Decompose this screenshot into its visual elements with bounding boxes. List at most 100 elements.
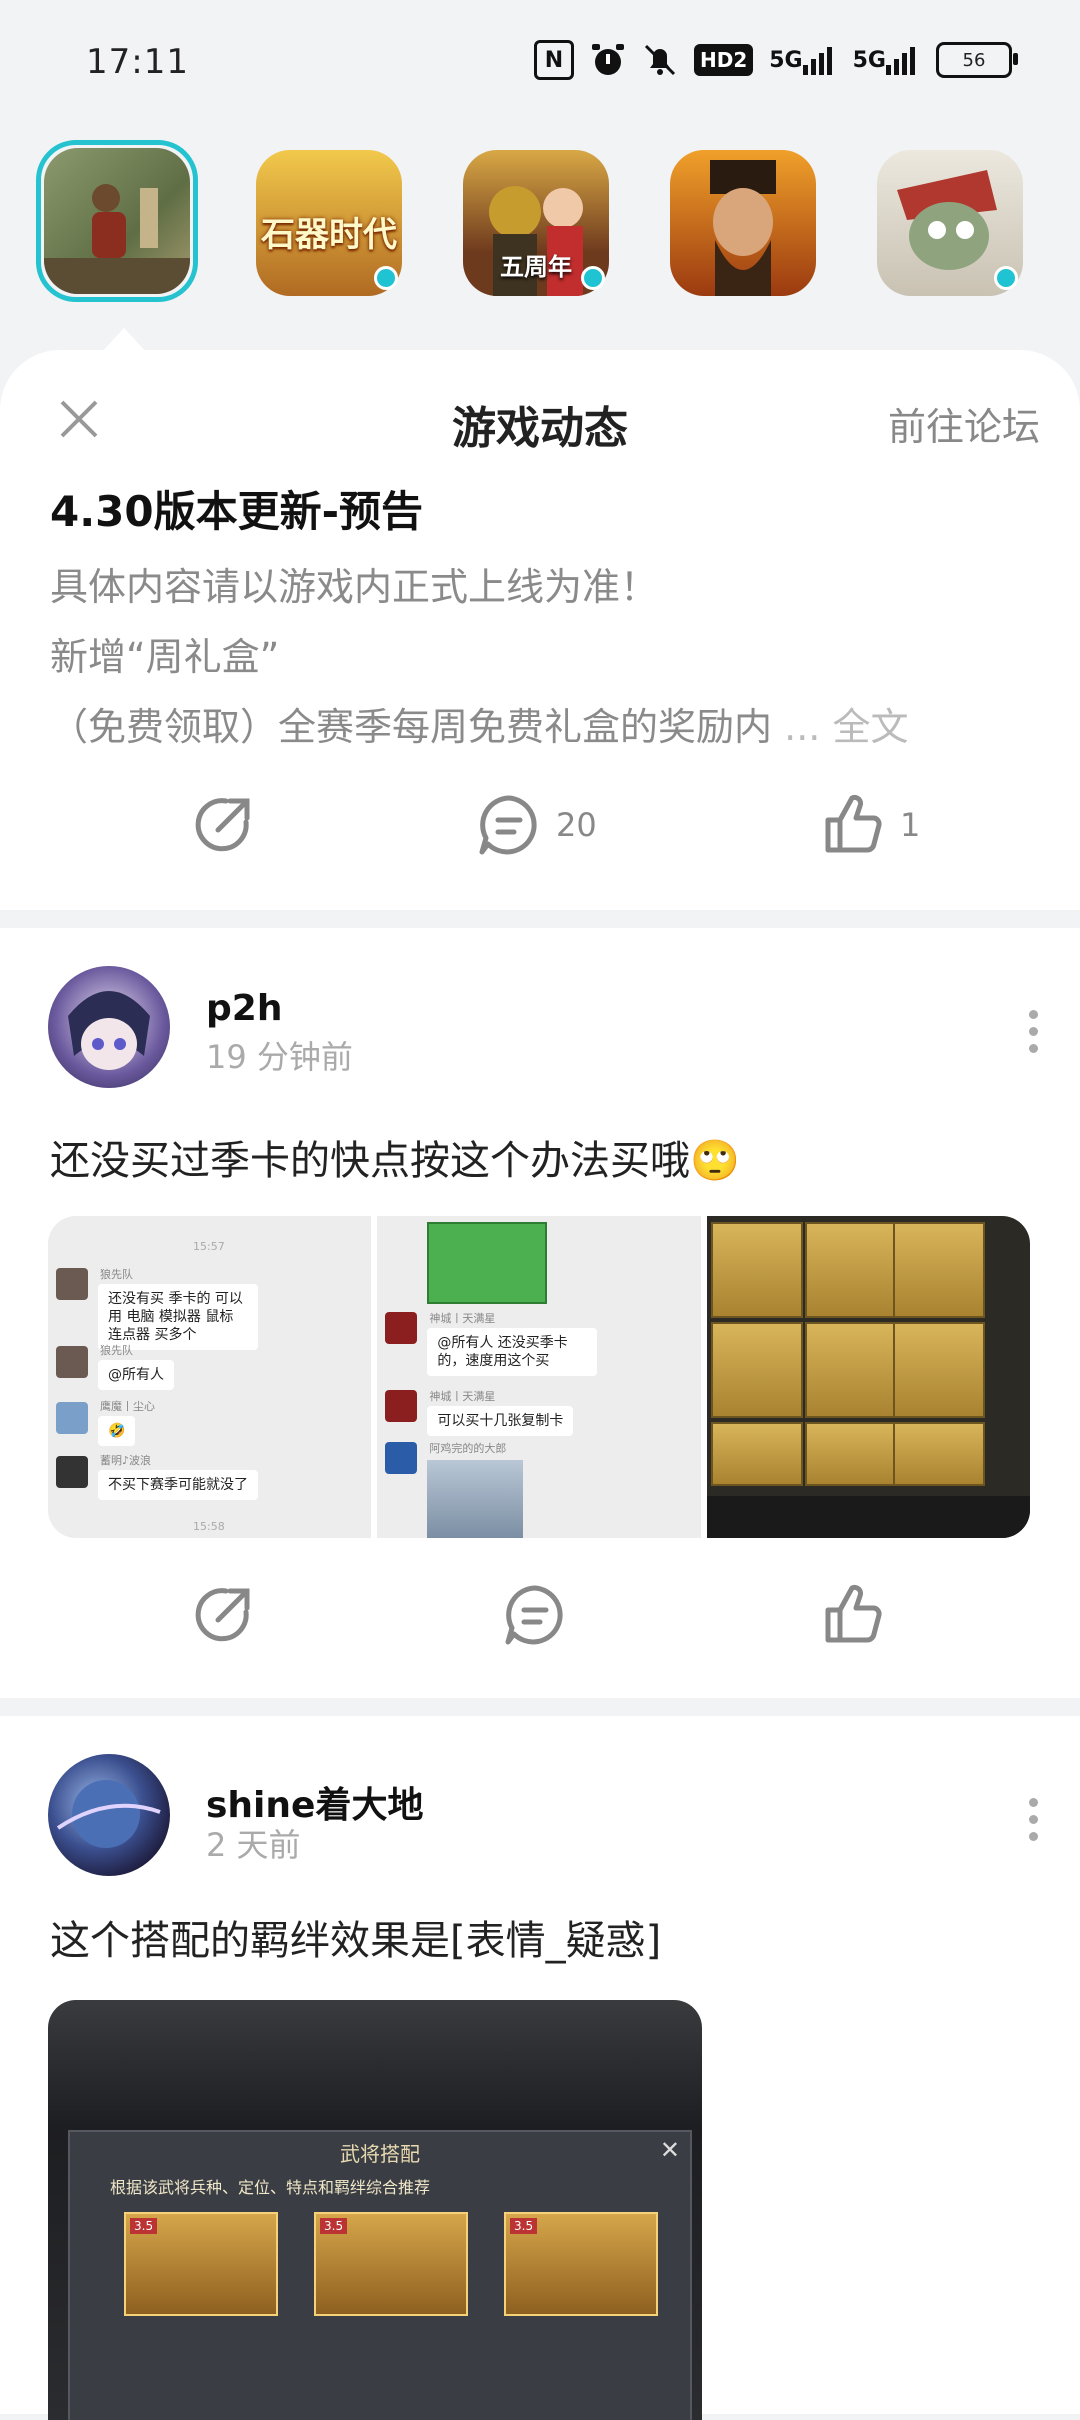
go-to-forum-link[interactable]: 前往论坛 <box>888 396 1040 451</box>
more-dot <box>1028 1044 1038 1053</box>
like-button[interactable]: 1 <box>820 792 920 858</box>
child-photo <box>427 1460 524 1538</box>
chat-time: 15:58 <box>193 1520 225 1533</box>
more-options-button[interactable] <box>1026 1010 1040 1053</box>
news-line-1: 具体内容请以游戏内正式上线为准！ <box>50 565 659 609</box>
chat-avatar <box>385 1390 418 1422</box>
post-image-1[interactable]: 15:57 狼先队 还没有买 季卡的 可以用 电脑 模拟器 鼠标 连点器 买多个… <box>48 1216 372 1538</box>
card-thumb <box>804 1222 897 1318</box>
planet-avatar-icon <box>56 1780 161 1848</box>
eye-roll-emoji: 🙄 <box>690 1138 740 1184</box>
chat-name: 神城丨天满星 <box>429 1312 496 1325</box>
card-thumb <box>710 1222 803 1318</box>
chat-message: 还没有买 季卡的 可以用 电脑 模拟器 鼠标 连点器 买多个 <box>98 1284 258 1350</box>
dialog-title: 武将搭配 <box>340 2142 420 2166</box>
more-options-button[interactable] <box>1026 1798 1040 1841</box>
chat-message: 🤣 <box>98 1416 136 1446</box>
card-thumb <box>804 1422 897 1486</box>
thumbs-up-icon <box>825 1584 882 1643</box>
chat-avatar <box>56 1346 88 1378</box>
post1-actions <box>0 1582 1080 1662</box>
network-label-2: 5G <box>852 47 886 73</box>
thumbs-up-icon <box>825 794 882 853</box>
chat-name: 神城丨天满星 <box>429 1390 496 1403</box>
share-icon <box>195 1588 250 1642</box>
username[interactable]: p2h <box>206 988 282 1029</box>
signal-5g-icon-2: 5G <box>853 40 920 80</box>
chat-name: 蓄明♪波浪 <box>100 1454 152 1467</box>
post-image-2[interactable]: 神城丨天满星 @所有人 还没买季卡的，速度用这个买 神城丨天满星 可以买十几张复… <box>377 1216 701 1538</box>
card-thumb <box>710 1322 803 1418</box>
rating-badge: 3.5 <box>320 2218 348 2234</box>
card-thumb <box>892 1422 985 1486</box>
post-image-grid: 15:57 狼先队 还没有买 季卡的 可以用 电脑 模拟器 鼠标 连点器 买多个… <box>48 1216 1030 1538</box>
share-button[interactable] <box>190 1582 256 1648</box>
battery-icon: 56 <box>936 42 1018 78</box>
avatar[interactable] <box>48 1754 170 1876</box>
share-icon <box>195 798 250 852</box>
emperor-art-icon <box>710 160 776 296</box>
chat-avatar <box>385 1442 418 1474</box>
chat-avatar <box>385 1312 418 1344</box>
anime-avatar-icon <box>68 991 150 1070</box>
chat-time: 15:57 <box>193 1240 225 1253</box>
hd-voice-icon: HD2 <box>693 44 754 76</box>
panel-pointer <box>102 328 146 352</box>
post-image[interactable]: 武将搭配 ✕ 根据该武将兵种、定位、特点和羁绊综合推荐 3.5 3.5 3.5 <box>48 2000 702 2420</box>
like-button[interactable] <box>820 1582 886 1648</box>
post-time: 2 天前 <box>206 1826 301 1864</box>
post-text[interactable]: 这个搭配的羁绊效果是[表情_疑惑] <box>50 1908 661 1966</box>
update-dot <box>374 266 398 290</box>
comment-count: 20 <box>556 806 597 844</box>
post-image-3[interactable] <box>706 1216 1030 1538</box>
game-label-shiqi: 石器时代 <box>261 215 397 255</box>
battery-level: 56 <box>962 49 986 71</box>
status-bar: 17:11 N HD2 5G 5G 56 <box>0 0 1080 130</box>
game-icon-three-kingdoms[interactable] <box>670 150 816 296</box>
rating-badge: 3.5 <box>130 2218 158 2234</box>
general-card: 3.5 <box>124 2212 278 2316</box>
chat-name: 狼先队 <box>100 1344 133 1357</box>
card-thumb <box>804 1322 897 1418</box>
mute-icon <box>642 40 678 80</box>
game-news-panel: 游戏动态 前往论坛 4.30版本更新-预告 具体内容请以游戏内正式上线为准！ 新… <box>0 350 1080 910</box>
full-text-link[interactable]: 全文 <box>832 705 908 749</box>
post-card-2: shine着大地 2 天前 这个搭配的羁绊效果是[表情_疑惑] 武将搭配 ✕ 根… <box>0 1716 1080 2420</box>
chat-name: 狼先队 <box>100 1268 133 1281</box>
news-line-2: 新增“周礼盒” <box>50 635 280 679</box>
ellipsis: ... <box>784 705 821 749</box>
more-dot <box>1028 1010 1038 1019</box>
network-label-1: 5G <box>769 47 803 73</box>
rating-badge: 3.5 <box>510 2218 538 2234</box>
general-card: 3.5 <box>504 2212 658 2316</box>
signal-5g-icon: 5G <box>769 40 836 80</box>
card-thumb <box>892 1222 985 1318</box>
status-icons: N HD2 5G 5G 56 <box>533 40 1018 80</box>
screen-bezel <box>706 1496 1030 1538</box>
share-button[interactable] <box>190 792 256 858</box>
alarm-icon <box>590 40 626 80</box>
chat-message: @所有人 <box>98 1360 174 1390</box>
update-dot <box>581 266 605 290</box>
avatar[interactable] <box>48 966 170 1088</box>
game-dialog: 武将搭配 ✕ 根据该武将兵种、定位、特点和羁绊综合推荐 3.5 3.5 3.5 <box>68 2130 692 2420</box>
status-time: 17:11 <box>86 42 189 82</box>
news-title[interactable]: 4.30版本更新-预告 <box>50 478 423 539</box>
post-card-1: p2h 19 分钟前 还没买过季卡的快点按这个办法买哦🙄 15:57 狼先队 还… <box>0 928 1080 1698</box>
comment-button[interactable]: 20 <box>476 792 597 858</box>
more-dot <box>1028 1832 1038 1841</box>
post-text[interactable]: 还没买过季卡的快点按这个办法买哦🙄 <box>50 1128 740 1186</box>
warrior-art-icon <box>44 184 190 294</box>
comment-button[interactable] <box>502 1582 568 1648</box>
more-dot <box>1028 1815 1038 1824</box>
like-count: 1 <box>900 806 921 844</box>
chat-avatar <box>56 1402 88 1434</box>
green-screenshot <box>427 1222 548 1304</box>
chat-message: 可以买十几张复制卡 <box>427 1406 574 1436</box>
dialog-close-icon: ✕ <box>659 2136 680 2164</box>
game-icon-selected[interactable] <box>44 148 190 294</box>
more-dot <box>1028 1798 1038 1807</box>
chat-avatar <box>56 1456 88 1488</box>
chat-avatar <box>56 1268 88 1300</box>
news-line-3: （免费领取）全赛季每周免费礼盒的奖励内 ... 全文 <box>50 696 908 751</box>
